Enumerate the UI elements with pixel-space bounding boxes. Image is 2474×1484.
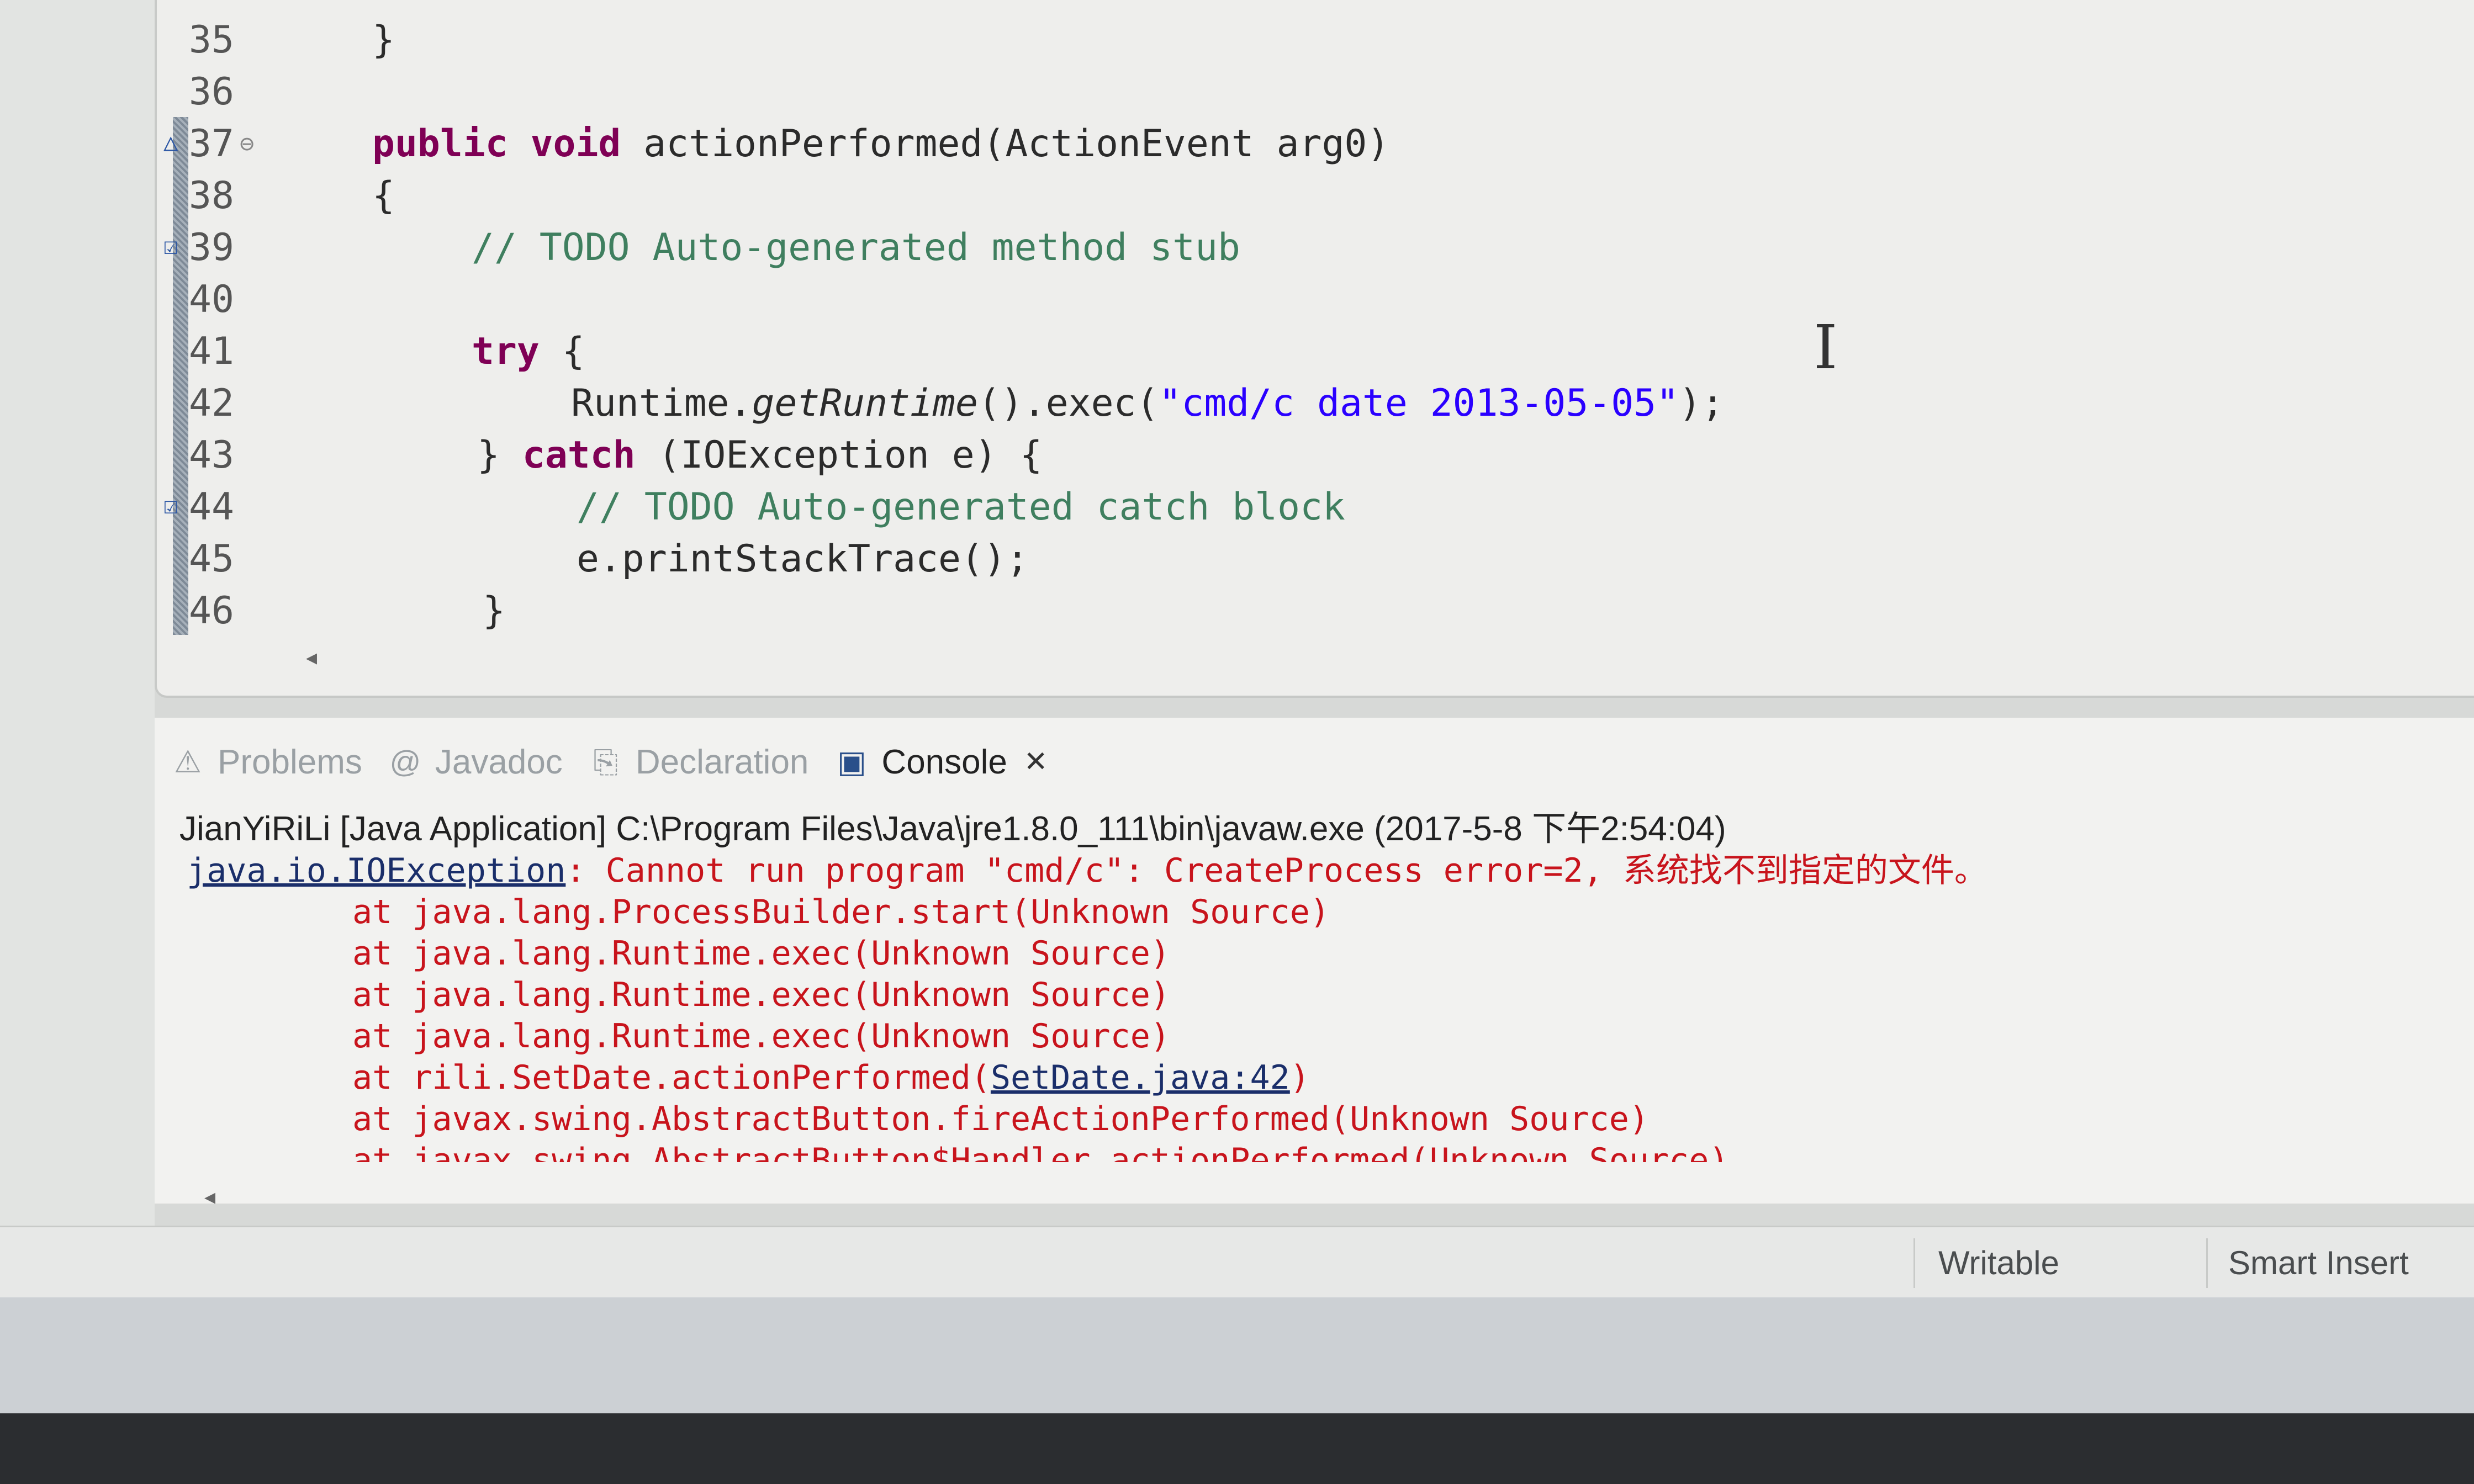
declaration-icon: ⎘ — [593, 744, 618, 779]
line-number: 40 — [189, 278, 234, 321]
trace-text: ) — [1289, 1058, 1310, 1097]
text-cursor-icon: I — [1814, 312, 1838, 383]
status-bar: Writable Smart Insert — [0, 1226, 2474, 1299]
scroll-left-arrow-icon[interactable]: ◂ — [204, 1184, 215, 1210]
code-text: ().exec( — [977, 381, 1159, 425]
code-line[interactable]: △ 37 ⊖ public void actionPerformed(Actio… — [157, 118, 2474, 170]
line-number: 41 — [189, 330, 234, 373]
static-method: getRuntime — [752, 381, 978, 425]
line-number: 45 — [189, 537, 234, 581]
task-checkbox-icon[interactable]: ☑ — [163, 494, 188, 518]
comment: // TODO Auto-generated catch block — [577, 485, 1345, 529]
task-checkbox-icon[interactable]: ☑ — [163, 234, 188, 258]
insert-mode-status: Smart Insert — [2228, 1244, 2409, 1281]
code-editor[interactable]: 35 } 36 △ 37 ⊖ public void actionPerform… — [155, 0, 2474, 698]
line-number: 38 — [189, 174, 234, 218]
code-line[interactable]: 38 { — [157, 170, 2474, 222]
code-line[interactable]: 41 try { — [157, 326, 2474, 378]
code-text: { — [539, 330, 585, 373]
problems-icon: ⚠ — [173, 744, 202, 779]
launch-description: JianYiRiLi [Java Application] C:\Program… — [179, 810, 1726, 848]
code-line[interactable]: 42 Runtime.getRuntime().exec("cmd/c date… — [157, 378, 2474, 430]
line-number: 43 — [189, 433, 234, 477]
string-literal: "cmd/c date 2013-05-05" — [1159, 381, 1679, 425]
line-number: 35 — [189, 18, 234, 62]
writable-status: Writable — [1938, 1244, 2059, 1281]
close-icon[interactable]: ✕ — [1024, 745, 1048, 778]
tab-label: Javadoc — [435, 743, 563, 781]
code-line[interactable]: 35 } — [157, 14, 2474, 66]
code-text: } — [483, 589, 505, 633]
console-output[interactable]: java.io.IOException: Cannot run program … — [187, 850, 2451, 1162]
code-line[interactable]: 40 — [157, 274, 2474, 326]
code-line[interactable]: 46 } — [157, 585, 2474, 637]
line-number: 42 — [189, 381, 234, 425]
keyword: try — [472, 330, 540, 373]
keyword: catch — [522, 433, 636, 477]
code-text: } — [477, 433, 522, 477]
line-number: 39 — [189, 226, 234, 269]
code-text: Runtime. — [571, 381, 752, 425]
monitor-bezel — [0, 1413, 2474, 1484]
javadoc-icon: @ — [389, 744, 421, 779]
tab-javadoc[interactable]: @ Javadoc — [388, 743, 563, 782]
stack-trace-line: at java.lang.Runtime.exec(Unknown Source… — [352, 934, 1171, 973]
tab-label: Problems — [218, 743, 362, 781]
code-line[interactable]: ☑ 44 // TODO Auto-generated catch block — [157, 481, 2474, 533]
tab-label: Console — [881, 743, 1007, 781]
code-text: { — [372, 174, 395, 218]
source-link[interactable]: SetDate.java:42 — [991, 1058, 1290, 1097]
panel-tabs: ⚠ Problems @ Javadoc ⎘ Declaration ▣ Con… — [170, 734, 1073, 789]
stack-trace-line: at rili.SetDate.actionPerformed(SetDate.… — [187, 1057, 2451, 1099]
fold-toggle-icon[interactable]: ⊖ — [240, 118, 350, 170]
exception-line: java.io.IOException: Cannot run program … — [187, 850, 2451, 892]
trace-text: at rili.SetDate.actionPerformed( — [352, 1058, 991, 1097]
console-icon: ▣ — [837, 744, 866, 779]
line-number: 36 — [189, 70, 234, 114]
tab-declaration[interactable]: ⎘ Declaration — [588, 743, 809, 782]
stack-trace-line: at java.lang.ProcessBuilder.start(Unknow… — [352, 893, 1330, 931]
stack-trace-line: at javax.swing.AbstractButton$Handler.ac… — [352, 1141, 1729, 1162]
code-line[interactable]: 45 e.printStackTrace(); — [157, 533, 2474, 585]
code-line[interactable]: 36 — [157, 66, 2474, 118]
code-text: (IOException e) { — [635, 433, 1043, 477]
line-number: 46 — [189, 589, 234, 633]
code-line[interactable]: ☑ 39 // TODO Auto-generated method stub — [157, 222, 2474, 274]
code-text: e.printStackTrace(); — [577, 537, 1029, 581]
tab-console[interactable]: ▣ Console ✕ — [834, 743, 1048, 782]
comment: // TODO Auto-generated method stub — [472, 226, 1240, 269]
tab-problems[interactable]: ⚠ Problems — [170, 743, 362, 782]
window-bottom — [0, 1297, 2474, 1413]
scroll-left-arrow-icon[interactable]: ◂ — [306, 645, 317, 670]
console-panel: ⚠ Problems @ Javadoc ⎘ Declaration ▣ Con… — [155, 718, 2474, 1210]
tab-label: Declaration — [635, 743, 809, 781]
status-separator — [1913, 1238, 1915, 1288]
code-text: ); — [1679, 381, 1724, 425]
code-text: } — [372, 18, 395, 62]
override-marker-icon[interactable]: △ — [163, 130, 188, 155]
exception-link[interactable]: java.io.IOException — [187, 851, 565, 890]
stack-trace-line: at java.lang.Runtime.exec(Unknown Source… — [352, 976, 1171, 1014]
code-text: actionPerformed(ActionEvent arg0) — [643, 122, 1390, 166]
code-line[interactable]: 43 } catch (IOException e) { — [157, 430, 2474, 481]
exception-message: : Cannot run program "cmd/c": CreateProc… — [565, 851, 1987, 890]
line-number: 44 — [189, 485, 234, 529]
stack-trace-line: at javax.swing.AbstractButton.fireAction… — [352, 1100, 1649, 1138]
stack-trace-line: at java.lang.Runtime.exec(Unknown Source… — [352, 1017, 1171, 1056]
left-margin — [0, 0, 155, 1270]
status-separator — [2206, 1238, 2208, 1288]
keyword: public void — [372, 122, 644, 166]
